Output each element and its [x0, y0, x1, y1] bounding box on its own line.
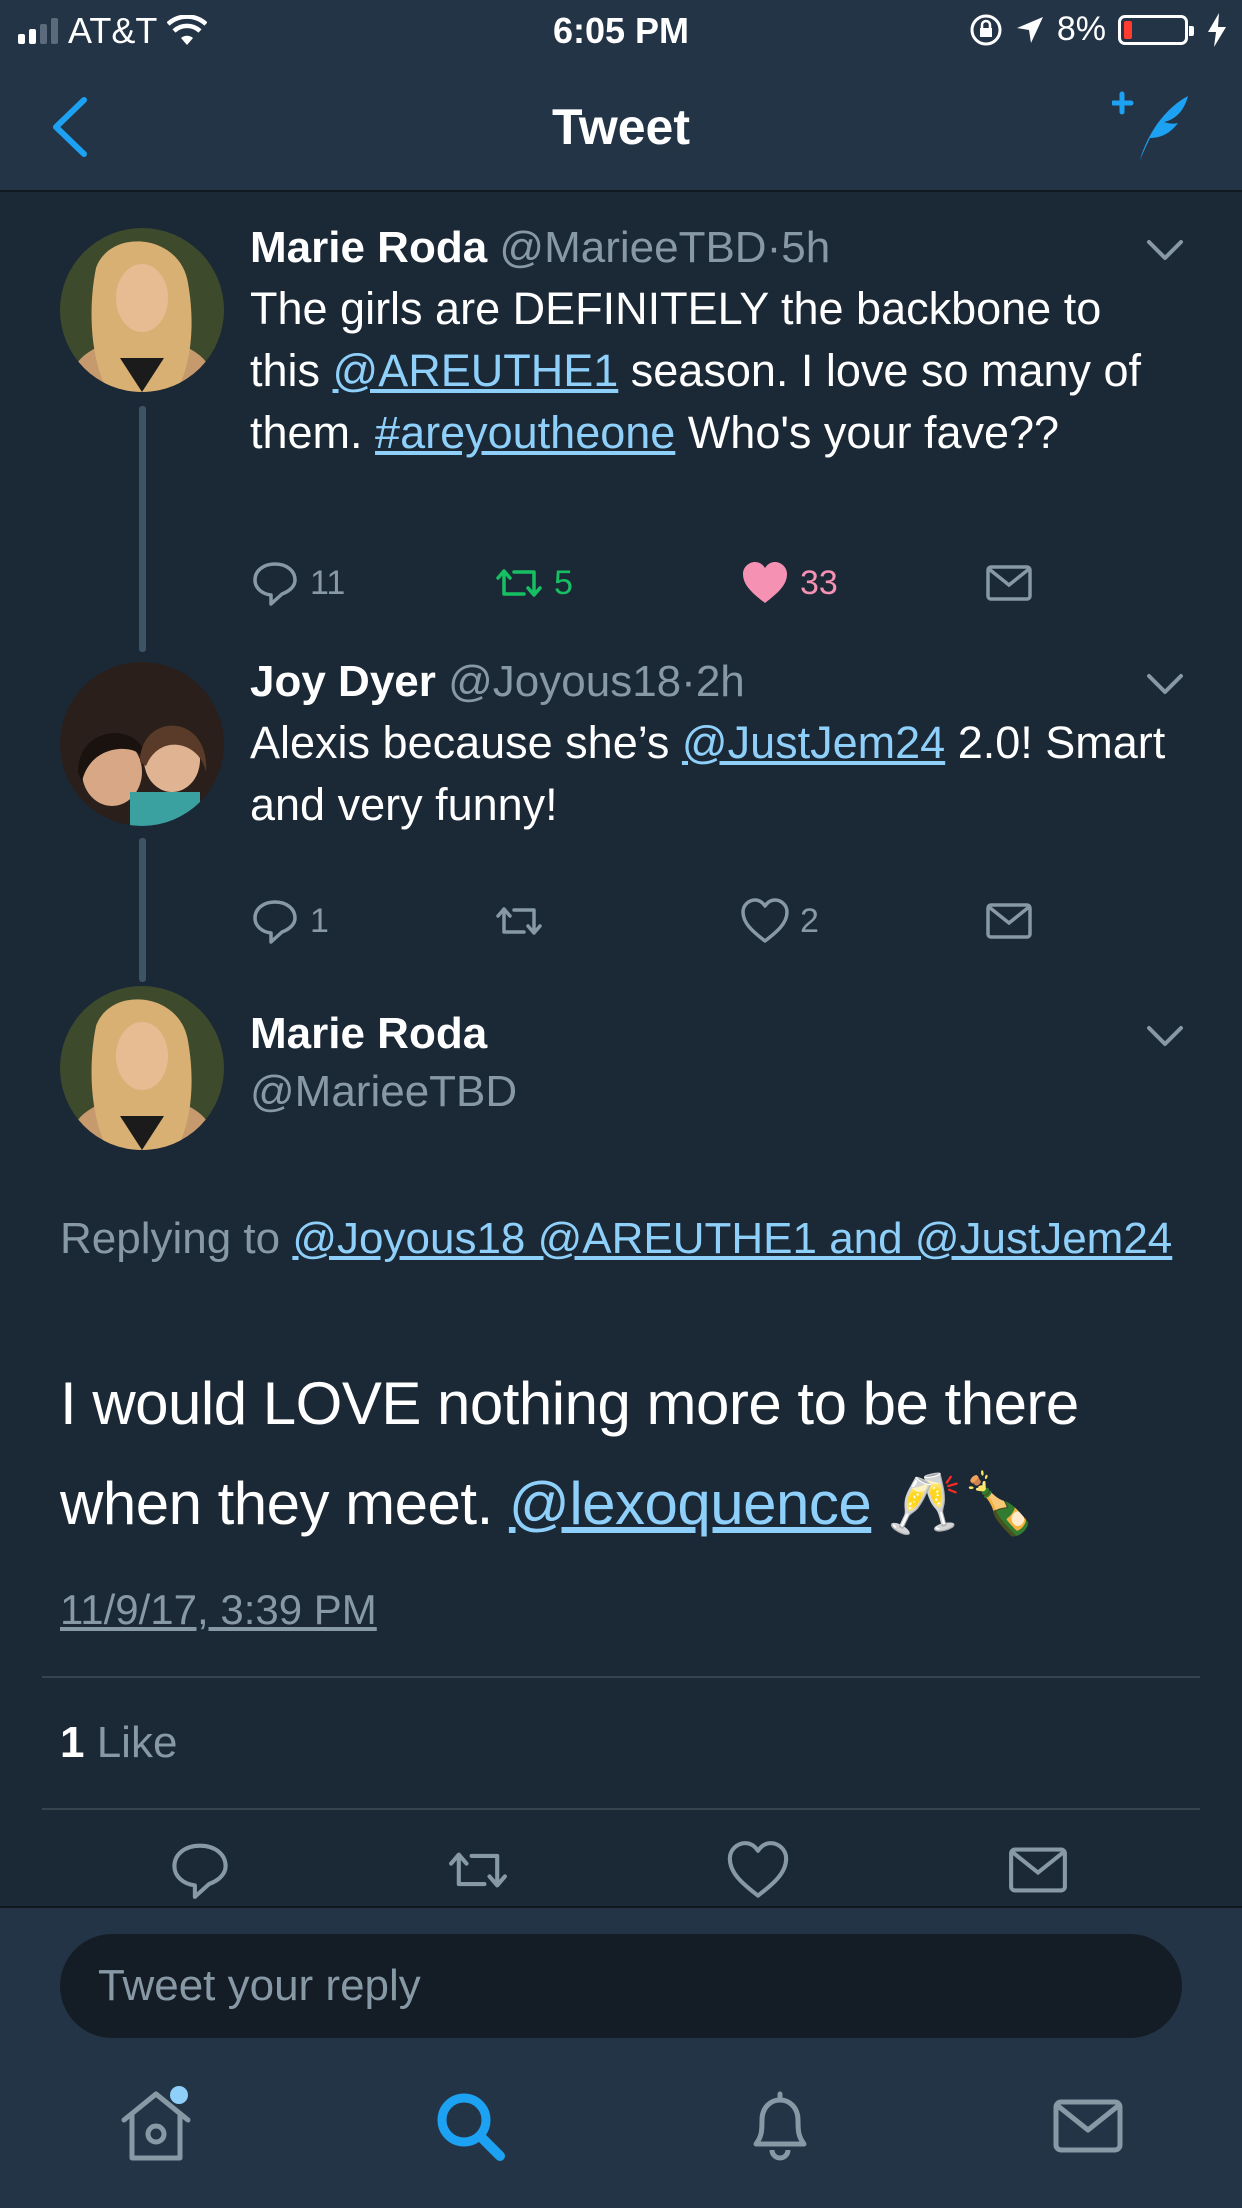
focused-actions: [0, 1838, 1242, 1912]
focused-author: Marie Roda @MarieeTBD: [250, 1008, 1172, 1118]
notifications-bell-icon[interactable]: [740, 2086, 820, 2166]
reply-count: 11: [310, 563, 346, 602]
retweet-icon[interactable]: [446, 1838, 510, 1902]
retweet-icon: [496, 569, 542, 597]
divider: [42, 1676, 1200, 1678]
dm-button[interactable]: [984, 558, 1034, 608]
envelope-icon: [986, 903, 1032, 939]
like-count: 2: [800, 901, 819, 940]
author-name[interactable]: Joy Dyer: [250, 657, 436, 706]
separator: ·: [681, 657, 696, 706]
tweet-actions: 1 2: [250, 896, 1050, 956]
heart-icon[interactable]: [726, 1838, 790, 1902]
location-icon: [1016, 16, 1043, 43]
reply-input[interactable]: [60, 1934, 1182, 2038]
notification-dot: [170, 2086, 188, 2104]
tweet-age: 2h: [695, 657, 745, 706]
tweet-actions: 11 5 33: [250, 558, 1050, 618]
status-bar: AT&T 6:05 PM 8%: [0, 0, 1242, 62]
tweet-age: 5h: [781, 223, 831, 272]
tweet-1[interactable]: Marie Roda @MarieeTBD·5h The girls are D…: [0, 192, 1242, 652]
reply-count: 1: [310, 901, 329, 940]
replying-to-links[interactable]: @Joyous18 @AREUTHE1 and @JustJem24: [292, 1214, 1172, 1263]
like-count: 33: [800, 563, 838, 602]
retweet-button[interactable]: [494, 896, 544, 946]
author-handle[interactable]: @MarieeTBD: [250, 1066, 1172, 1118]
tweet-content: Marie Roda @MarieeTBD·5h The girls are D…: [250, 222, 1172, 464]
mention-link[interactable]: @JustJem24: [682, 717, 945, 768]
status-right: 8%: [969, 10, 1228, 49]
hashtag-link[interactable]: #areyoutheone: [375, 407, 675, 458]
chevron-down-icon[interactable]: [1146, 672, 1184, 696]
tweet-text: The girls are DEFINITELY the backbone to…: [250, 278, 1172, 464]
tab-bar: [0, 2046, 1242, 2208]
like-total: 1: [60, 1718, 85, 1767]
heart-icon: [741, 898, 789, 943]
separator: ·: [766, 223, 782, 272]
reply-icon[interactable]: [168, 1838, 232, 1902]
replying-to: Replying to @Joyous18 @AREUTHE1 and @Jus…: [60, 1206, 1182, 1272]
emoji: 🥂🍾: [887, 1470, 1036, 1537]
tweet-header: Joy Dyer @Joyous18·2h: [250, 656, 1172, 708]
avatar[interactable]: [60, 986, 224, 1150]
text-segment: Alexis because she’s: [250, 717, 682, 768]
reply-button[interactable]: 1: [250, 896, 329, 946]
reply-button[interactable]: 11: [250, 558, 345, 608]
chevron-down-icon[interactable]: [1146, 238, 1184, 262]
compose-tweet-icon[interactable]: [1112, 90, 1192, 162]
envelope-icon[interactable]: [1006, 1838, 1070, 1902]
tweet-2[interactable]: Joy Dyer @Joyous18·2h Alexis because she…: [0, 652, 1242, 982]
retweet-button[interactable]: 5: [494, 558, 573, 608]
tweet-text: Alexis because she’s @JustJem24 2.0! Sma…: [250, 712, 1172, 836]
retweet-icon: [496, 907, 542, 935]
dm-button[interactable]: [984, 896, 1034, 946]
author-handle[interactable]: @Joyous18: [448, 657, 681, 706]
search-icon[interactable]: [430, 2086, 510, 2166]
author-name[interactable]: Marie Roda: [250, 223, 487, 272]
author-handle[interactable]: @MarieeTBD: [499, 223, 766, 272]
battery-icon: [1118, 14, 1194, 45]
like-label: Like: [84, 1718, 178, 1767]
tweet-timestamp[interactable]: 11/9/17, 3:39 PM: [60, 1586, 377, 1634]
like-button[interactable]: 33: [740, 558, 838, 608]
mention-link[interactable]: @lexoquence: [509, 1470, 872, 1537]
focused-tweet: Marie Roda @MarieeTBD Replying to @Joyou…: [0, 982, 1242, 1906]
mention-link[interactable]: @AREUTHE1: [333, 345, 619, 396]
heart-filled-icon: [743, 562, 787, 603]
envelope-icon: [986, 565, 1032, 601]
replying-prefix: Replying to: [60, 1214, 293, 1263]
like-button[interactable]: 2: [740, 896, 819, 946]
divider: [42, 1808, 1200, 1810]
thread-line: [139, 406, 146, 652]
text-segment: Who's your fave??: [675, 407, 1060, 458]
thread-line: [139, 838, 146, 982]
messages-envelope-icon[interactable]: [1048, 2086, 1128, 2166]
nav-bar: Tweet: [0, 62, 1242, 192]
reply-icon: [253, 562, 297, 606]
author-name[interactable]: Marie Roda: [250, 1008, 1172, 1060]
battery-percent: 8%: [1056, 10, 1106, 48]
avatar[interactable]: [60, 662, 224, 826]
reply-composer: [0, 1906, 1242, 2046]
likes-summary[interactable]: 1 Like: [60, 1718, 177, 1768]
retweet-count: 5: [554, 563, 573, 602]
charging-icon: [1208, 12, 1226, 47]
avatar[interactable]: [60, 228, 224, 392]
reply-icon: [253, 900, 297, 944]
tweet-header: Marie Roda @MarieeTBD·5h: [250, 222, 1172, 274]
page-title: Tweet: [552, 99, 690, 155]
chevron-down-icon[interactable]: [1146, 1024, 1184, 1048]
tweet-content: Joy Dyer @Joyous18·2h Alexis because she…: [250, 656, 1172, 836]
tweet-text: I would LOVE nothing more to be there wh…: [60, 1354, 1202, 1554]
orientation-lock-icon: [970, 14, 1002, 45]
